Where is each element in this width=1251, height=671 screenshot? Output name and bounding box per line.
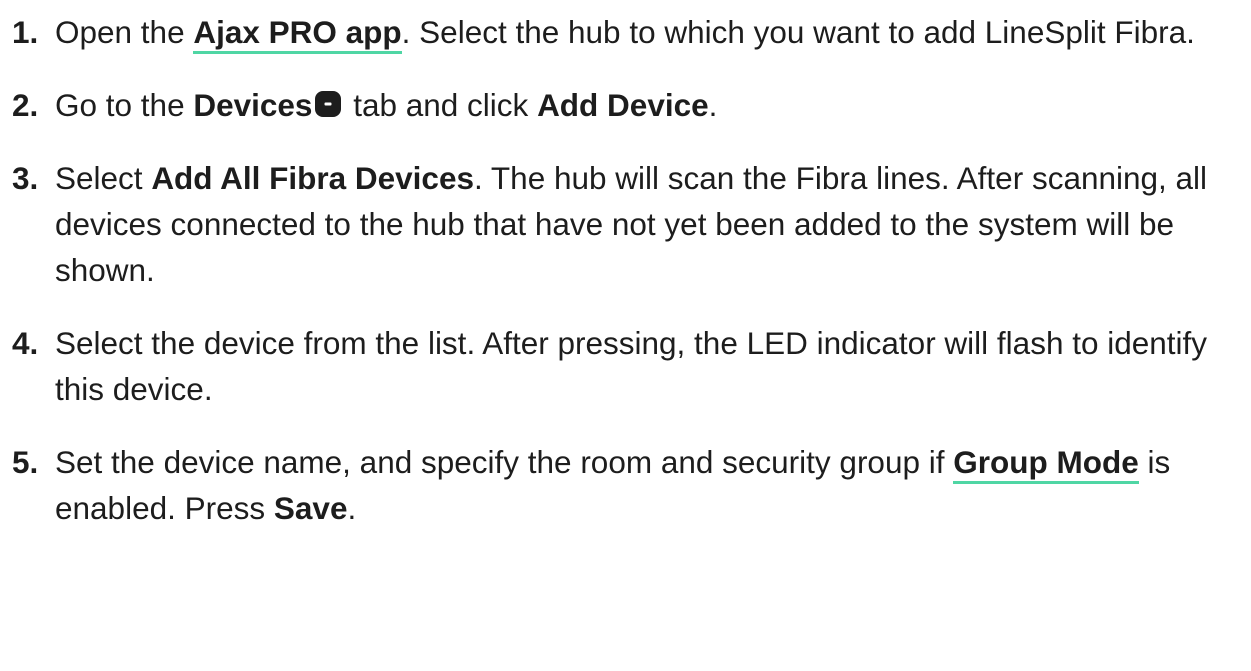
add-device-label: Add Device — [537, 87, 709, 123]
step-5: 5. Set the device name, and specify the … — [12, 439, 1242, 531]
step-text: . — [347, 490, 357, 526]
ajax-pro-app-link[interactable]: Ajax PRO app — [193, 14, 402, 54]
step-text: Open the — [55, 14, 194, 50]
step-1: 1. Open the Ajax PRO app. Select the hub… — [12, 9, 1242, 55]
group-mode-link[interactable]: Group Mode — [953, 444, 1139, 484]
step-number: 1. — [12, 14, 39, 50]
instruction-steps: 1. Open the Ajax PRO app. Select the hub… — [0, 9, 1242, 531]
step-number: 5. — [12, 444, 39, 480]
step-number: 3. — [12, 160, 39, 196]
step-3: 3. Select Add All Fibra Devices. The hub… — [12, 155, 1242, 293]
step-number: 2. — [12, 87, 39, 123]
step-number: 4. — [12, 325, 39, 361]
step-text: Select the device from the list. After p… — [55, 325, 1208, 407]
step-2: 2. Go to the Devices tab and click Add D… — [12, 82, 1242, 128]
step-text: Go to the — [55, 87, 194, 123]
step-text: tab and click — [344, 87, 538, 123]
step-text: . Select the hub to which you want to ad… — [401, 14, 1195, 50]
step-text: Select — [55, 160, 152, 196]
save-label: Save — [273, 490, 348, 526]
step-4: 4. Select the device from the list. Afte… — [12, 320, 1242, 412]
step-text: . — [708, 87, 718, 123]
devices-tab-icon — [315, 91, 342, 117]
step-text: Set the device name, and specify the roo… — [55, 444, 954, 480]
add-all-fibra-devices-label: Add All Fibra Devices — [151, 160, 474, 196]
devices-tab-label: Devices — [193, 87, 313, 123]
